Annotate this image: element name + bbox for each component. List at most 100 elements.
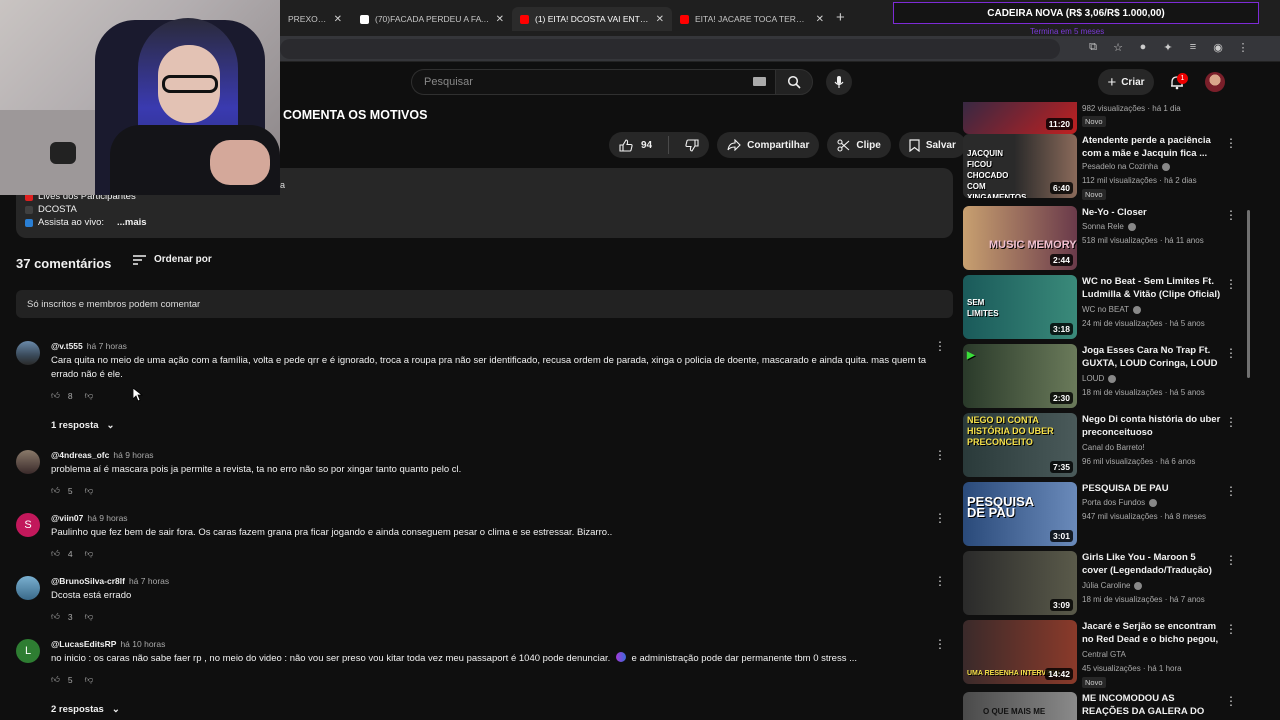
replies-label: 2 respostas	[51, 704, 104, 715]
thumbs-down-icon[interactable]: 👎︎	[85, 390, 94, 401]
puzzle-icon[interactable]: ✦	[1161, 41, 1175, 54]
channel-name[interactable]: Júlia Caroline	[1082, 581, 1143, 590]
comment-menu-icon[interactable]: ⋮	[934, 448, 946, 462]
close-tab-icon[interactable]: ✕	[656, 14, 664, 25]
keyboard-icon[interactable]	[753, 77, 766, 86]
video-thumbnail[interactable]: PESQUISA DE PAU 3:01	[963, 482, 1077, 546]
sort-comments-button[interactable]: Ordenar por	[133, 254, 212, 265]
show-more-link[interactable]: ...mais	[117, 217, 147, 228]
channel-name[interactable]: Canal do Barreto!	[1082, 443, 1145, 452]
comment-time[interactable]: há 10 horas	[120, 639, 165, 649]
media-icon[interactable]: ≡	[1186, 41, 1200, 54]
search-input[interactable]	[424, 70, 744, 94]
commenter-avatar[interactable]: L	[16, 639, 40, 663]
page-scrollbar[interactable]	[1247, 210, 1250, 378]
video-menu-icon[interactable]: ⋮	[1225, 346, 1237, 360]
video-title[interactable]: Ne-Yo - Closer	[1082, 206, 1222, 219]
comment-menu-icon[interactable]: ⋮	[934, 511, 946, 525]
video-menu-icon[interactable]: ⋮	[1225, 484, 1237, 498]
thumbs-up-icon[interactable]: 👍︎	[51, 390, 60, 401]
video-title[interactable]: PESQUISA DE PAU	[1082, 482, 1222, 495]
video-title[interactable]: ME INCOMODOU AS REAÇÕES DA GALERA DO PRE…	[1082, 692, 1222, 718]
comment-author[interactable]: @LucasEditsRP	[51, 639, 116, 649]
channel-name[interactable]: Porta dos Fundos	[1082, 498, 1158, 507]
replies-toggle[interactable]: 2 respostas ⌄	[51, 704, 120, 715]
like-button[interactable]: 94	[609, 132, 662, 158]
video-thumbnail[interactable]: O QUE MAIS ME	[963, 692, 1077, 720]
commenter-avatar[interactable]	[16, 576, 40, 600]
thumbs-up-icon[interactable]: 👍︎	[51, 548, 60, 559]
create-button[interactable]: + Criar	[1098, 69, 1154, 95]
browser-tab-active[interactable]: (1) EITA! DCOSTA VAI ENTREGA ✕	[512, 7, 672, 31]
browser-tab[interactable]: PREXO+18] D ✕	[280, 7, 350, 31]
dislike-button[interactable]	[675, 132, 709, 158]
thumbs-up-icon[interactable]: 👍︎	[51, 485, 60, 496]
comment-author[interactable]: @viin07	[51, 513, 83, 523]
kebab-menu-icon[interactable]: ⋮	[1236, 41, 1250, 54]
browser-tab[interactable]: (70)FACADA PERDEU A FAVELA ✕	[352, 7, 512, 31]
thumbs-down-icon[interactable]: 👎︎	[85, 485, 94, 496]
comment-time[interactable]: há 9 horas	[113, 450, 153, 460]
video-title[interactable]: Nego Di conta história do uber preconcei…	[1082, 413, 1222, 439]
comment-time[interactable]: há 7 horas	[129, 576, 169, 586]
video-thumbnail[interactable]: MUSIC MEMORY 2:44	[963, 206, 1077, 270]
video-thumbnail[interactable]: SEM LIMITES 3:18	[963, 275, 1077, 339]
search-button[interactable]	[775, 69, 813, 95]
video-title[interactable]: WC no Beat - Sem Limites Ft. Ludmilla & …	[1082, 275, 1222, 301]
comment-author[interactable]: @v.t555	[51, 341, 83, 351]
video-thumbnail[interactable]: JACQUIN FICOU CHOCADO COM XINGAMENTOS NA…	[963, 134, 1077, 198]
channel-name[interactable]: Pesadelo na Cozinha	[1082, 162, 1171, 171]
channel-name[interactable]: LOUD	[1082, 374, 1117, 383]
video-thumbnail[interactable]: UMA RESENHA INTERVIEW 14:42	[963, 620, 1077, 684]
close-tab-icon[interactable]: ✕	[334, 14, 342, 25]
video-menu-icon[interactable]: ⋮	[1225, 136, 1237, 150]
account-avatar[interactable]	[1205, 72, 1225, 92]
comment-menu-icon[interactable]: ⋮	[934, 339, 946, 353]
channel-name[interactable]: Central GTA	[1082, 650, 1126, 659]
video-menu-icon[interactable]: ⋮	[1225, 208, 1237, 222]
channel-name[interactable]: Sonna Rele	[1082, 222, 1136, 231]
video-menu-icon[interactable]: ⋮	[1225, 553, 1237, 567]
video-menu-icon[interactable]: ⋮	[1225, 622, 1237, 636]
profile-icon[interactable]: ◉	[1211, 41, 1225, 54]
close-tab-icon[interactable]: ✕	[496, 14, 504, 25]
thumbs-up-icon[interactable]: 👍︎	[51, 611, 60, 622]
voice-search-button[interactable]	[826, 69, 852, 95]
channel-name[interactable]: WC no BEAT	[1082, 305, 1141, 314]
thumbs-down-icon[interactable]: 👎︎	[85, 548, 94, 559]
close-tab-icon[interactable]: ✕	[816, 14, 824, 25]
url-field[interactable]	[280, 39, 1060, 59]
commenter-avatar[interactable]: S	[16, 513, 40, 537]
thumbs-up-icon[interactable]: 👍︎	[51, 674, 60, 685]
video-menu-icon[interactable]: ⋮	[1225, 694, 1237, 708]
video-title[interactable]: Joga Esses Cara No Trap Ft. GUXTA, LOUD …	[1082, 344, 1222, 370]
share-button[interactable]: Compartilhar	[717, 132, 820, 158]
video-thumbnail[interactable]: NEGO DI CONTA HISTÓRIA DO UBER PRECONCEI…	[963, 413, 1077, 477]
bookmark-star-icon[interactable]: ☆	[1111, 41, 1125, 54]
thumbs-down-icon[interactable]: 👎︎	[85, 674, 94, 685]
video-title[interactable]: Girls Like You - Maroon 5 cover (Legenda…	[1082, 551, 1222, 577]
video-title[interactable]: Jacaré e Serjão se encontram no Red Dead…	[1082, 620, 1222, 646]
commenter-avatar[interactable]	[16, 450, 40, 474]
install-icon[interactable]: ⧉	[1086, 41, 1100, 54]
browser-tab[interactable]: EITA! JACARE TOCA TERRO NO ✕	[672, 7, 832, 31]
thumbs-down-icon[interactable]: 👎︎	[85, 611, 94, 622]
comment-author[interactable]: @BrunoSilva-cr8lf	[51, 576, 125, 586]
video-menu-icon[interactable]: ⋮	[1225, 277, 1237, 291]
new-tab-button[interactable]: +	[836, 9, 845, 26]
commenter-avatar[interactable]	[16, 341, 40, 365]
extension-icon[interactable]: ●	[1136, 41, 1150, 54]
video-thumbnail[interactable]: 3:09	[963, 551, 1077, 615]
comment-menu-icon[interactable]: ⋮	[934, 574, 946, 588]
video-title[interactable]: Atendente perde a paciência com a mãe e …	[1082, 134, 1222, 160]
clip-button[interactable]: Clipe	[827, 132, 891, 158]
save-button[interactable]: Salvar	[898, 132, 966, 158]
video-thumbnail[interactable]: ▶ 2:30	[963, 344, 1077, 408]
replies-toggle[interactable]: 1 resposta ⌄	[51, 420, 115, 431]
comment-menu-icon[interactable]: ⋮	[934, 637, 946, 651]
video-menu-icon[interactable]: ⋮	[1225, 415, 1237, 429]
comment-time[interactable]: há 7 horas	[87, 341, 127, 351]
comment-author[interactable]: @4ndreas_ofc	[51, 450, 109, 460]
comment-time[interactable]: há 9 horas	[87, 513, 127, 523]
video-thumbnail[interactable]: 11:20	[963, 102, 1077, 134]
